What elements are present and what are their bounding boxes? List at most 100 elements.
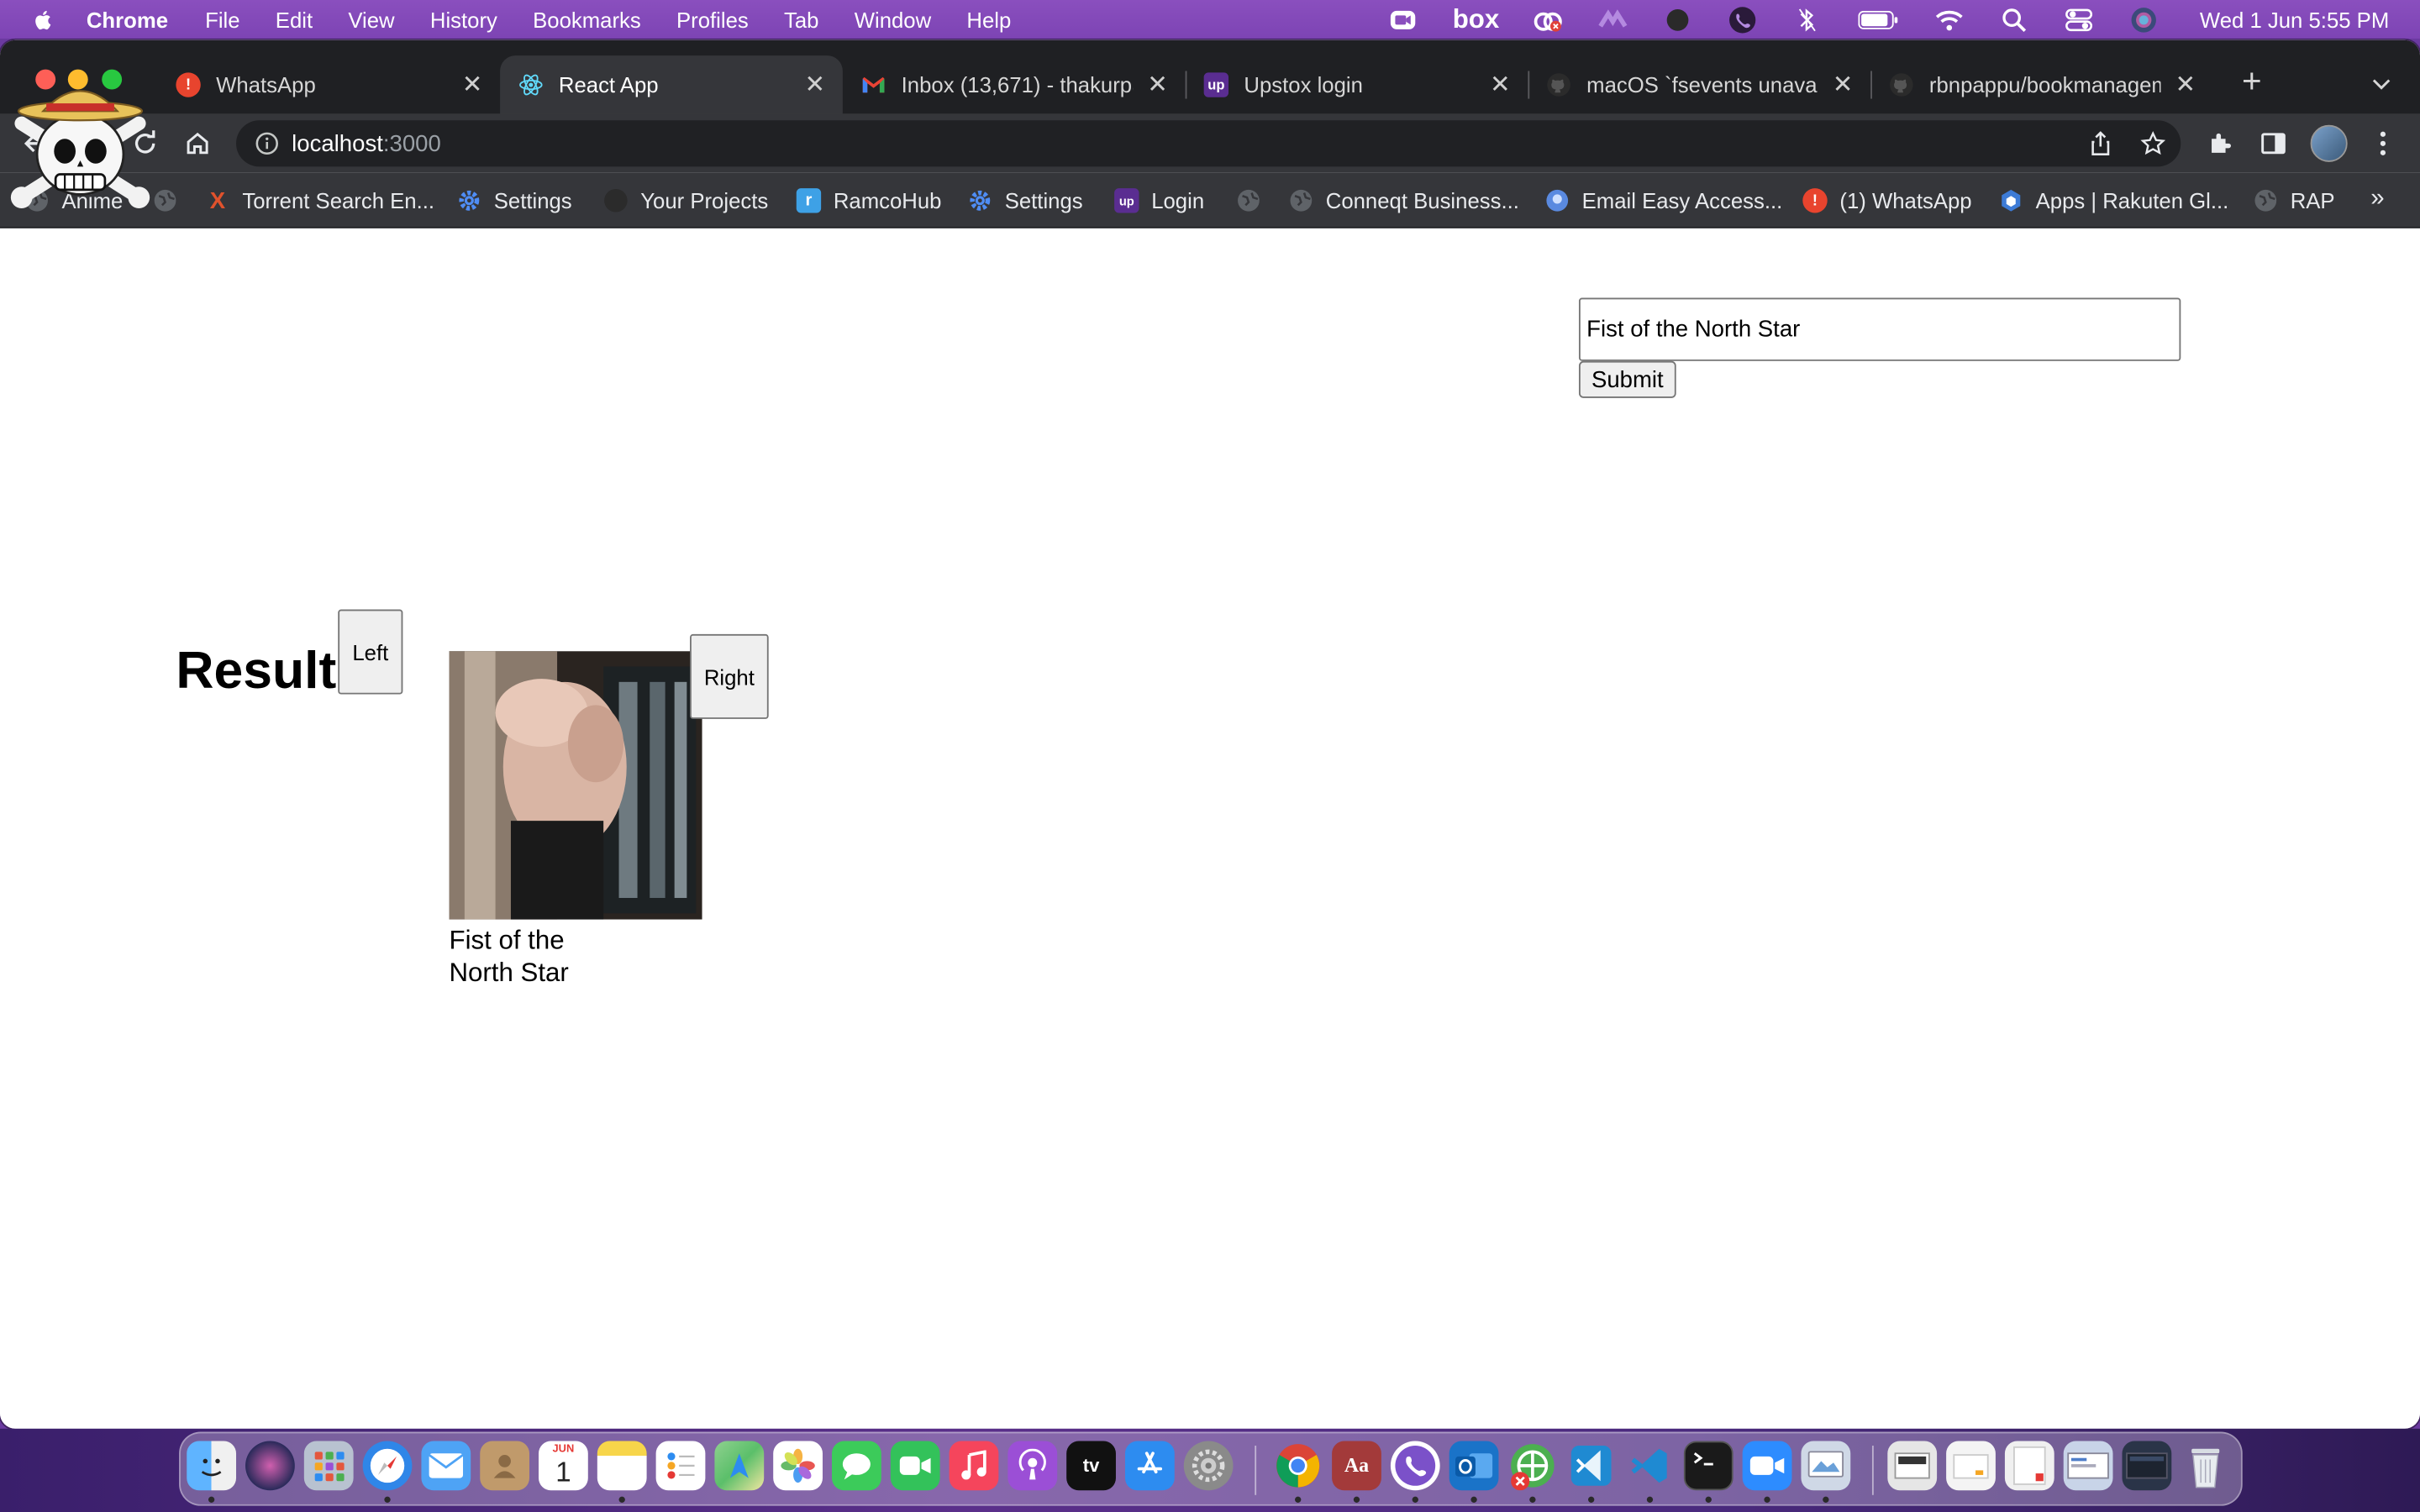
outlook-icon[interactable] (1449, 1441, 1499, 1491)
side-panel-icon[interactable] (2258, 128, 2289, 159)
close-tab-icon[interactable]: ✕ (1488, 72, 1512, 98)
close-tab-icon[interactable]: ✕ (2173, 72, 2197, 98)
bookmark-rap[interactable]: RAP (2254, 186, 2335, 214)
viber-icon[interactable] (1390, 1441, 1440, 1491)
reminders-icon[interactable] (655, 1441, 706, 1491)
bluetooth-icon[interactable] (1792, 7, 1823, 31)
bookmark-conneqt-business[interactable]: Conneqt Business... (1289, 186, 1519, 214)
apple-menu-icon[interactable] (31, 7, 55, 31)
extensions-puzzle-icon[interactable] (2206, 128, 2237, 159)
viber-icon[interactable] (1728, 6, 1759, 33)
mail-icon[interactable] (421, 1441, 471, 1491)
share-icon[interactable] (2088, 131, 2112, 155)
menu-tab[interactable]: Tab (784, 7, 818, 31)
safari-icon[interactable] (362, 1441, 413, 1491)
menu-view[interactable]: View (348, 7, 394, 31)
calendar-icon[interactable]: JUN 1 (539, 1441, 588, 1491)
apps-icon[interactable] (1598, 7, 1629, 31)
tab-macos-fsevents[interactable]: macOS `fsevents unavai ✕ (1528, 55, 1870, 114)
bookmark-globe[interactable] (153, 186, 190, 214)
box-icon[interactable]: box (1453, 4, 1500, 34)
tab-react-app[interactable]: React App ✕ (500, 55, 843, 114)
messages-icon[interactable] (832, 1441, 881, 1491)
bookmark-your-projects[interactable]: Your Projects (603, 186, 768, 214)
photos-icon[interactable] (773, 1441, 823, 1491)
bookmark-settings[interactable]: Settings (457, 186, 572, 214)
maps-icon[interactable] (714, 1441, 765, 1491)
home-icon[interactable] (182, 128, 213, 159)
result-cover-image[interactable] (449, 651, 702, 920)
right-button[interactable]: Right (690, 633, 769, 719)
zoom-icon[interactable] (1388, 7, 1419, 31)
spotlight-icon[interactable] (1999, 7, 2030, 32)
close-tab-icon[interactable]: ✕ (802, 72, 827, 98)
bookmark-login[interactable]: up Login (1114, 186, 1204, 214)
notes-icon[interactable] (597, 1441, 647, 1491)
straw-hat-skull-overlay[interactable] (9, 77, 151, 219)
kebab-menu-icon[interactable] (2368, 128, 2399, 159)
tab-bookmanagement[interactable]: rbnpappu/bookmanagem ✕ (1870, 55, 2213, 114)
launchpad-icon[interactable] (303, 1441, 354, 1491)
creative-cloud-icon[interactable] (1533, 7, 1564, 31)
menu-bookmarks[interactable]: Bookmarks (533, 7, 641, 31)
dark-circle-icon[interactable] (1663, 7, 1694, 31)
bookmark-rakuten-apps[interactable]: Apps | Rakuten Gl... (1999, 186, 2228, 214)
finder-icon[interactable] (187, 1441, 237, 1491)
control-center-icon[interactable] (2064, 7, 2095, 31)
tab-search-chevron-icon[interactable] (2369, 71, 2393, 95)
siri-icon[interactable] (2128, 7, 2160, 32)
trash-icon[interactable] (2181, 1441, 2230, 1491)
chrome-remote-icon[interactable] (1507, 1441, 1557, 1491)
menu-help[interactable]: Help (966, 7, 1011, 31)
profile-avatar[interactable] (2310, 124, 2348, 162)
menu-history[interactable]: History (430, 7, 497, 31)
menu-file[interactable]: File (205, 7, 239, 31)
apple-tv-icon[interactable]: tv (1066, 1441, 1116, 1491)
close-tab-icon[interactable]: ✕ (1830, 72, 1854, 98)
wifi-icon[interactable] (1934, 7, 1965, 31)
site-info-icon[interactable] (255, 131, 279, 155)
document-stack-icon[interactable] (1946, 1441, 1996, 1491)
menubar-clock[interactable]: Wed 1 Jun 5:55 PM (2200, 7, 2389, 31)
app-store-icon[interactable] (1124, 1441, 1175, 1491)
tab-upstox-login[interactable]: up Upstox login ✕ (1186, 55, 1528, 114)
bookmark-settings-2[interactable]: Settings (968, 186, 1083, 214)
siri-icon[interactable] (245, 1441, 295, 1491)
preview-icon[interactable] (1801, 1441, 1851, 1491)
left-button[interactable]: Left (338, 609, 403, 695)
facetime-icon[interactable] (890, 1441, 940, 1491)
screenshot-stack-icon[interactable] (2122, 1441, 2172, 1491)
dictionary-icon[interactable]: Aa (1332, 1441, 1381, 1491)
menu-profiles[interactable]: Profiles (676, 7, 749, 31)
search-input[interactable] (1578, 297, 2181, 361)
battery-icon[interactable] (1857, 7, 1900, 31)
terminal-icon[interactable] (1683, 1441, 1733, 1491)
menu-app-name[interactable]: Chrome (87, 7, 168, 31)
bookmark-email-easy-access[interactable]: Email Easy Access... (1545, 186, 1782, 214)
downloads-stack-icon[interactable] (1887, 1441, 1938, 1491)
bookmark-torrent-search[interactable]: X Torrent Search En... (205, 186, 434, 214)
document-stack-icon[interactable] (2004, 1441, 2054, 1491)
tab-whatsapp[interactable]: ! WhatsApp ✕ (157, 55, 500, 114)
bookmarks-overflow-chevron-icon[interactable]: » (2370, 185, 2384, 213)
zoom-icon[interactable] (1742, 1441, 1792, 1491)
music-icon[interactable] (949, 1441, 999, 1491)
chrome-icon[interactable] (1273, 1441, 1323, 1491)
close-tab-icon[interactable]: ✕ (1145, 72, 1170, 98)
podcasts-icon[interactable] (1007, 1441, 1058, 1491)
menu-edit[interactable]: Edit (276, 7, 313, 31)
menu-window[interactable]: Window (855, 7, 931, 31)
address-bar[interactable]: localhost:3000 (236, 120, 2181, 167)
contacts-icon[interactable] (480, 1441, 530, 1491)
vscode-icon[interactable] (1566, 1441, 1616, 1491)
bookmark-ramcohub[interactable]: r RamcoHub (796, 186, 941, 214)
tab-gmail-inbox[interactable]: Inbox (13,671) - thakurpa ✕ (843, 55, 1186, 114)
bookmark-star-icon[interactable] (2140, 131, 2166, 155)
screenshot-stack-icon[interactable] (2063, 1441, 2113, 1491)
system-preferences-icon[interactable] (1183, 1441, 1234, 1491)
bookmark-globe-2[interactable] (1236, 186, 1273, 214)
bookmark-whatsapp[interactable]: ! (1) WhatsApp (1802, 186, 1972, 214)
submit-button[interactable]: Submit (1578, 360, 1676, 398)
close-tab-icon[interactable]: ✕ (460, 72, 484, 98)
new-tab-button[interactable]: + (2238, 64, 2265, 97)
